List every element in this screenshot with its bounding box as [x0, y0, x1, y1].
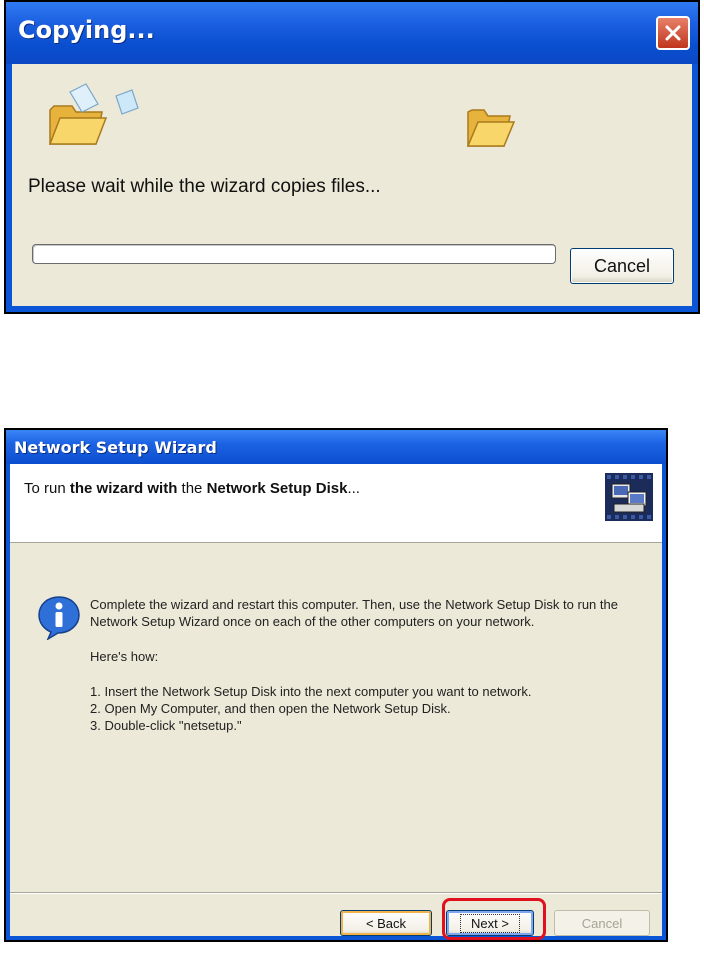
wizard-heading: To run the wizard with the Network Setup…: [24, 480, 360, 497]
next-button-highlight: [442, 898, 546, 940]
source-folder-icon: [48, 83, 139, 145]
copying-body: Please wait while the wizard copies file…: [12, 64, 692, 306]
cancel-button[interactable]: Cancel: [570, 248, 674, 284]
wizard-cancel-button: Cancel: [554, 910, 650, 936]
copying-titlebar[interactable]: Copying...: [6, 2, 698, 64]
wizard-steps-list: 1. Insert the Network Setup Disk into th…: [90, 683, 650, 734]
destination-folder-icon: [466, 109, 516, 147]
wizard-intro-text: Complete the wizard and restart this com…: [90, 597, 618, 629]
footer-divider: [10, 892, 662, 894]
wizard-instructions: Complete the wizard and restart this com…: [90, 596, 650, 734]
heading-bold-wizard: the wizard with: [69, 480, 178, 497]
info-icon: [38, 596, 80, 640]
wizard-titlebar[interactable]: Network Setup Wizard: [6, 430, 666, 464]
copy-status-message: Please wait while the wizard copies file…: [28, 176, 381, 197]
network-computers-icon: [605, 473, 653, 521]
wizard-header: To run the wizard with the Network Setup…: [10, 464, 662, 543]
copying-dialog: Copying... Please wait while the wizard …: [4, 0, 700, 314]
heres-how-label: Here's how:: [90, 649, 159, 664]
close-icon: [665, 25, 681, 41]
network-setup-wizard-dialog: Network Setup Wizard To run the wizard w…: [4, 428, 668, 942]
heading-mid: the: [177, 480, 207, 497]
copy-progress-bar: [32, 244, 556, 264]
close-button[interactable]: [656, 16, 690, 50]
wizard-title: Network Setup Wizard: [14, 438, 217, 457]
wizard-body: To run the wizard with the Network Setup…: [10, 464, 662, 940]
heading-bold-disk: Network Setup Disk: [206, 480, 348, 497]
wizard-step: 2. Open My Computer, and then open the N…: [90, 701, 451, 716]
wizard-step: 1. Insert the Network Setup Disk into th…: [90, 684, 532, 699]
back-button[interactable]: < Back: [340, 910, 432, 936]
copying-title: Copying...: [18, 16, 155, 44]
heading-prefix: To run: [24, 480, 70, 497]
wizard-step: 3. Double-click "netsetup.": [90, 718, 242, 733]
heading-suffix: ...: [347, 480, 360, 497]
